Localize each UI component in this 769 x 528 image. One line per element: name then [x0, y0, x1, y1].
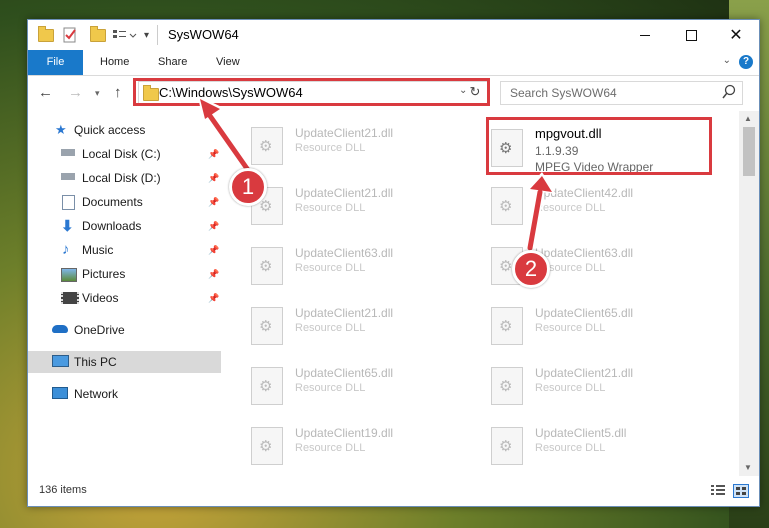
- step-2-badge: 2: [512, 250, 550, 288]
- annotation-arrows: [198, 96, 556, 253]
- step-1-badge: 1: [229, 168, 267, 206]
